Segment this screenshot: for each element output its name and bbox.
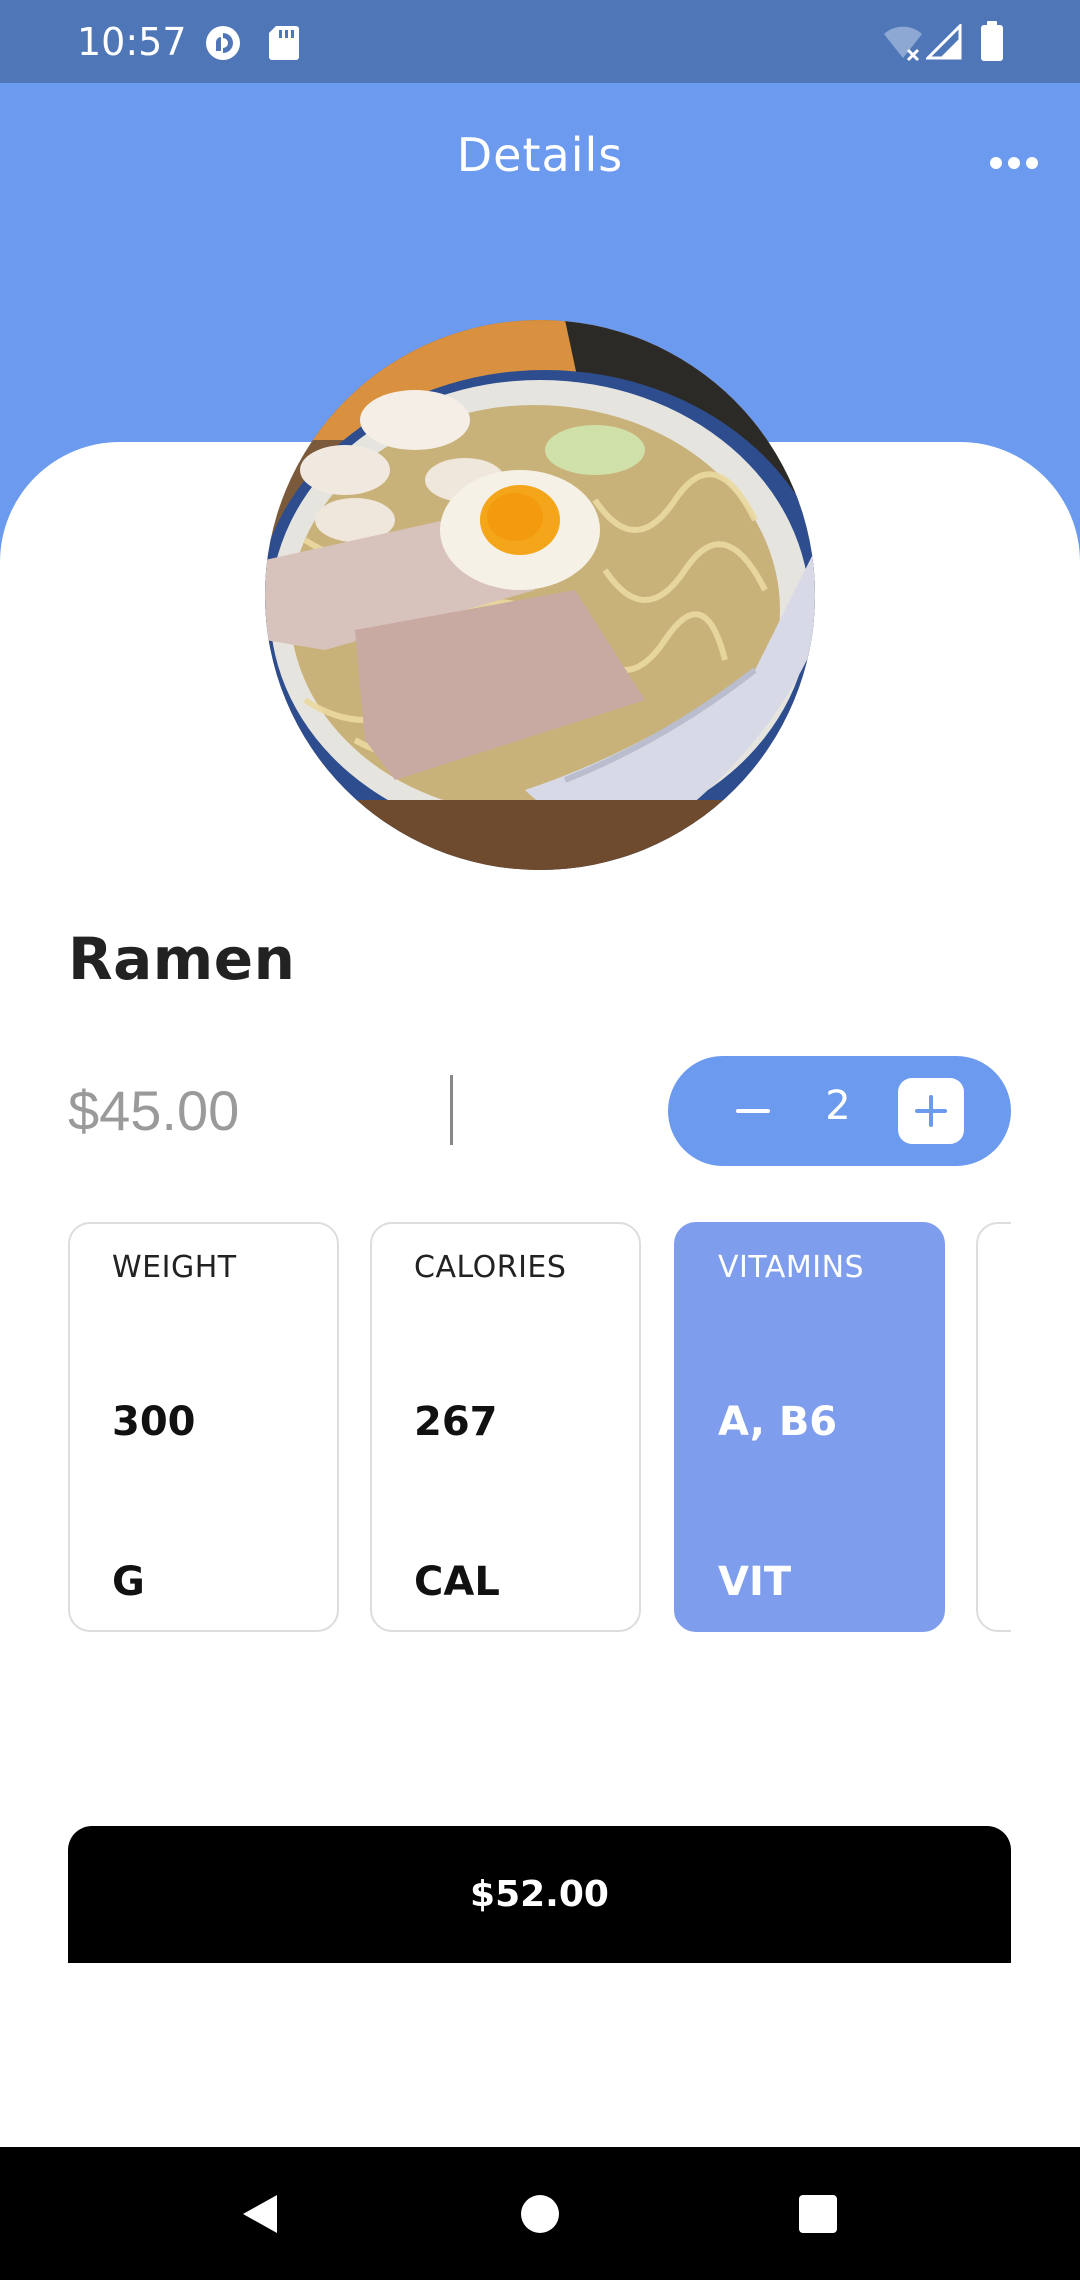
nutrition-carousel[interactable]: WEIGHT 300 G CALORIES 267 CAL VITAMINS A… — [68, 1222, 1011, 1634]
wifi-off-icon — [884, 26, 922, 62]
dish-price: $45.00 — [68, 1079, 240, 1142]
recents-button[interactable] — [783, 2179, 853, 2249]
minus-icon — [736, 1109, 770, 1113]
home-button[interactable] — [505, 2179, 575, 2249]
nutrition-card-weight[interactable]: WEIGHT 300 G — [68, 1222, 339, 1632]
nutrition-card-vitamins[interactable]: VITAMINS A, B6 VIT — [674, 1222, 945, 1632]
nutrition-label: CALORIES — [414, 1250, 567, 1285]
more-dot — [1026, 157, 1038, 169]
app-bar: Details — [0, 83, 1080, 238]
system-nav-bar — [0, 2147, 1080, 2280]
nutrition-value: A, B6 — [718, 1399, 838, 1445]
status-bar: 10:57 — [0, 0, 1080, 83]
total-price-button[interactable]: $52.00 — [68, 1826, 1011, 1963]
signal-icon — [926, 24, 962, 60]
dish-name: Ramen — [68, 925, 296, 993]
battery-icon — [981, 21, 1003, 61]
ramen-bowl-illustration — [265, 320, 815, 870]
back-button[interactable] — [225, 2179, 295, 2249]
nutrition-value: 267 — [414, 1399, 498, 1445]
nutrition-value: 300 — [112, 1399, 196, 1445]
home-circle-icon — [521, 2195, 559, 2233]
more-options-button[interactable] — [982, 133, 1046, 193]
nutrition-card-partial[interactable] — [976, 1222, 1011, 1632]
nutrition-unit: G — [112, 1559, 145, 1605]
sd-card-icon — [269, 26, 299, 60]
back-triangle-icon — [243, 2195, 277, 2233]
recents-square-icon — [799, 2195, 837, 2233]
nutrition-unit: VIT — [718, 1559, 792, 1605]
quantity-stepper: 2 — [668, 1056, 1011, 1166]
quantity-value: 2 — [825, 1083, 851, 1129]
pocket-casts-icon — [206, 26, 240, 60]
nutrition-label: WEIGHT — [112, 1250, 237, 1285]
more-horizontal-icon — [990, 157, 1002, 169]
more-dot — [1008, 157, 1020, 169]
decrement-button[interactable] — [728, 1086, 778, 1136]
nutrition-label: VITAMINS — [718, 1250, 865, 1285]
increment-button[interactable] — [898, 1078, 964, 1144]
page-title: Details — [456, 128, 624, 182]
dish-image — [265, 320, 815, 870]
details-screen: 10:57 Details Ramen $45.00 2 WEIGHT 300 … — [0, 0, 1080, 2280]
status-time: 10:57 — [77, 20, 187, 64]
plus-icon-stroke — [929, 1095, 933, 1127]
nutrition-card-calories[interactable]: CALORIES 267 CAL — [370, 1222, 641, 1632]
nutrition-unit: CAL — [414, 1559, 500, 1605]
price-divider — [450, 1075, 453, 1145]
